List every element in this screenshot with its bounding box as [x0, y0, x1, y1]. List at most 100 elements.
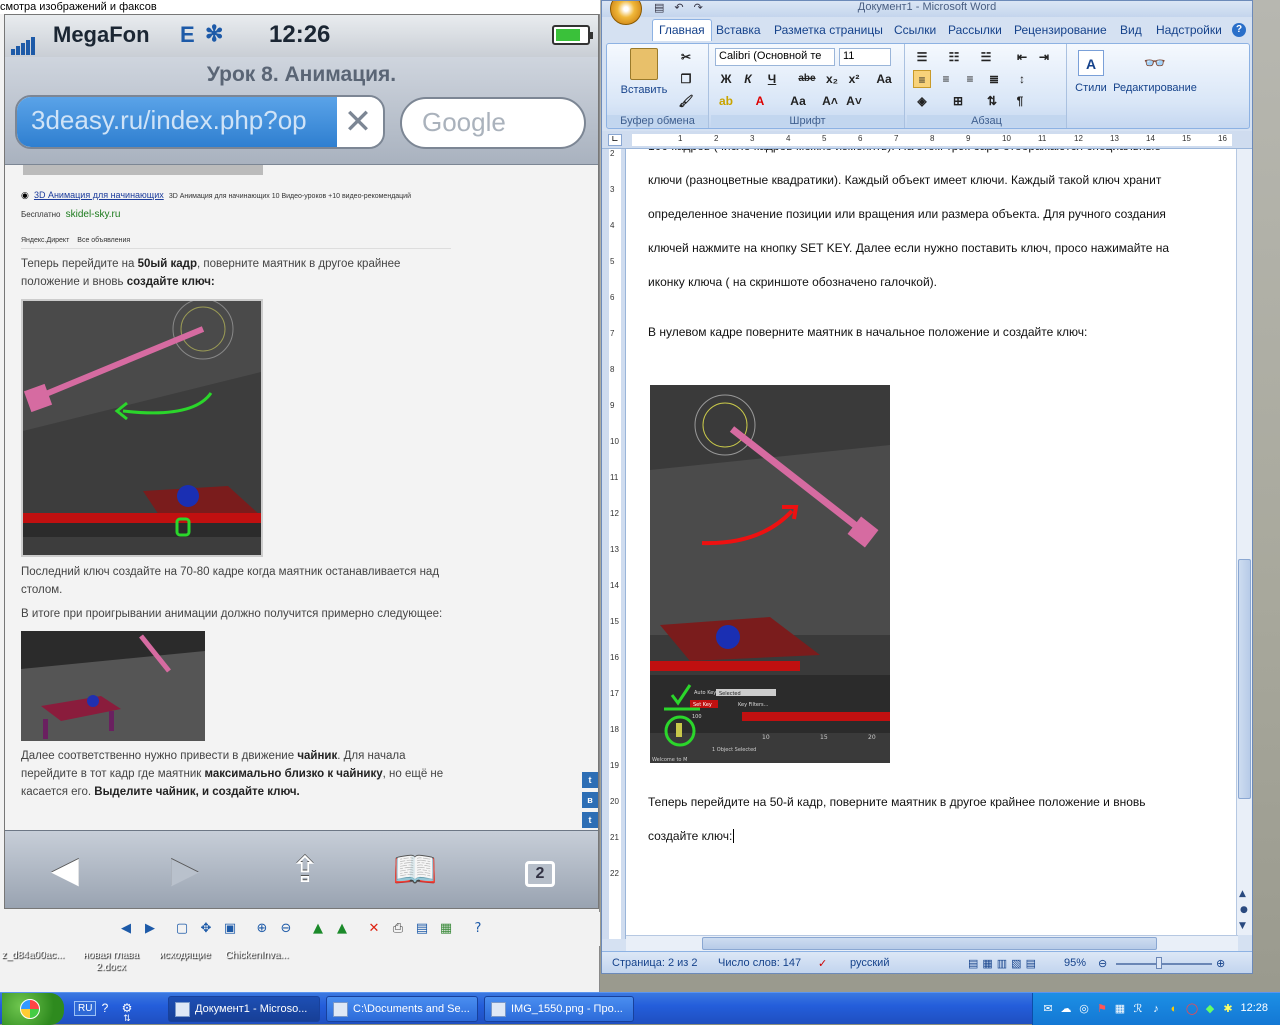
show-marks-icon[interactable]: ¶: [1011, 92, 1029, 110]
tab-mailings[interactable]: Рассылки: [948, 23, 1002, 37]
language-indicator[interactable]: RU: [74, 1001, 97, 1016]
prev-page-icon[interactable]: ▲: [1239, 889, 1246, 899]
proofing-icon[interactable]: ✓: [818, 957, 827, 970]
tab-home[interactable]: Главная: [652, 19, 712, 41]
tab-view[interactable]: Вид: [1120, 23, 1142, 37]
tray-icon[interactable]: ◐: [1167, 1002, 1181, 1016]
bookmarks-button[interactable]: 📖: [385, 849, 445, 893]
change-case-icon[interactable]: Aa: [875, 70, 893, 88]
desktop-icon[interactable]: ChickenInva...: [222, 950, 292, 962]
change-case-button[interactable]: Аа: [787, 92, 809, 110]
align-left-icon[interactable]: ≡: [913, 70, 931, 88]
help-icon[interactable]: ?: [470, 921, 486, 937]
tab-review[interactable]: Рецензирование: [1014, 23, 1107, 37]
subscript-button[interactable]: x₂: [823, 70, 841, 88]
url-field[interactable]: 3deasy.ru/index.php?op ✕: [15, 95, 385, 149]
cut-icon[interactable]: ✂: [677, 48, 695, 66]
social-icon[interactable]: t: [582, 772, 598, 788]
horizontal-scrollbar[interactable]: [626, 935, 1238, 951]
web-content[interactable]: ◉ 3D Анимация для начинающих 3D Анимация…: [5, 165, 598, 830]
shrink-font-icon[interactable]: A˅: [845, 92, 863, 110]
zoom-out-icon[interactable]: ⊖: [278, 921, 294, 937]
save-icon[interactable]: ▤: [654, 1, 664, 14]
clear-url-icon[interactable]: ✕: [337, 97, 379, 147]
next-page-icon[interactable]: ▼: [1239, 921, 1246, 931]
zoom-out-icon[interactable]: ⊖: [1098, 957, 1107, 970]
next-image-icon[interactable]: ▶: [142, 921, 158, 937]
decrease-indent-icon[interactable]: ⇤: [1013, 48, 1031, 66]
highlight-icon[interactable]: ab: [717, 92, 735, 110]
vertical-ruler[interactable]: 2 3 4 5 6 7 8 9 10 11 12 13 14 15 16 17 18 19 20 21 22: [602, 149, 626, 939]
document-page[interactable]: 100 кадров (число кадров можно изменять)…: [626, 149, 1238, 935]
zoom-slider[interactable]: [1116, 963, 1212, 965]
prev-image-icon[interactable]: ◀: [118, 921, 134, 937]
font-size-combo[interactable]: 11: [839, 48, 891, 66]
back-button[interactable]: ◀: [35, 849, 95, 893]
help-icon[interactable]: ?: [1232, 23, 1246, 37]
copy-icon[interactable]: ❐: [677, 70, 695, 88]
social-icon[interactable]: в: [582, 792, 598, 808]
desktop-icon[interactable]: исходящие: [150, 950, 220, 962]
tray-icon[interactable]: ☁: [1059, 1002, 1073, 1016]
taskbar-image-viewer[interactable]: IMG_1550.png - Про...: [484, 996, 634, 1022]
language-indicator[interactable]: русский: [850, 957, 889, 969]
numbering-icon[interactable]: ☷: [945, 48, 963, 66]
font-color-icon[interactable]: A: [751, 92, 769, 110]
tray-icon[interactable]: ✉: [1041, 1002, 1055, 1016]
tab-page-layout[interactable]: Разметка страницы: [774, 23, 883, 37]
start-button[interactable]: [2, 993, 64, 1025]
all-ads-link[interactable]: Все объявления: [77, 237, 130, 244]
zoom-slider-thumb[interactable]: [1156, 957, 1162, 969]
save-icon[interactable]: ▤: [414, 921, 430, 937]
tray-icon[interactable]: ◆: [1203, 1002, 1217, 1016]
shading-icon[interactable]: ◈: [913, 92, 931, 110]
taskbar-explorer[interactable]: C:\Documents and Se...: [326, 996, 478, 1022]
zoom-in-icon[interactable]: ⊕: [254, 921, 270, 937]
yandex-direct-link[interactable]: Яндекс.Директ: [21, 237, 69, 244]
delete-icon[interactable]: ✕: [366, 921, 382, 937]
bold-button[interactable]: Ж: [717, 70, 735, 88]
volume-icon[interactable]: ♪: [1149, 1002, 1163, 1016]
ad-site[interactable]: skidel-sky.ru: [66, 209, 121, 220]
tray-icon[interactable]: ✱: [1221, 1002, 1235, 1016]
horizontal-scroll-thumb[interactable]: [702, 937, 1157, 950]
page-indicator[interactable]: Страница: 2 из 2: [612, 957, 698, 969]
tab-addins[interactable]: Надстройки: [1156, 23, 1222, 37]
document-area[interactable]: 100 кадров (число кадров можно изменять)…: [626, 149, 1238, 935]
grow-font-icon[interactable]: A˄: [821, 92, 839, 110]
tab-selector-icon[interactable]: ∟: [608, 134, 622, 146]
tray-icon[interactable]: ◎: [1077, 1002, 1091, 1016]
borders-icon[interactable]: ⊞: [949, 92, 967, 110]
sort-icon[interactable]: ⇅: [983, 92, 1001, 110]
ad-link[interactable]: 3D Анимация для начинающих: [34, 190, 164, 200]
rotate-cw-icon[interactable]: ▲: [310, 921, 326, 937]
desktop-icon[interactable]: новая глава 2.docx: [76, 950, 146, 974]
search-field[interactable]: Google: [400, 97, 586, 149]
format-painter-icon[interactable]: 🖌: [677, 92, 695, 110]
increase-indent-icon[interactable]: ⇥: [1035, 48, 1053, 66]
tray-icon[interactable]: ◯: [1185, 1002, 1199, 1016]
open-with-icon[interactable]: ▦: [438, 921, 454, 937]
view-buttons[interactable]: ▤▦▥▧▤: [968, 957, 1040, 970]
italic-button[interactable]: К: [739, 70, 757, 88]
multilevel-list-icon[interactable]: ☱: [977, 48, 995, 66]
vertical-scroll-thumb[interactable]: [1238, 559, 1251, 799]
network-icon[interactable]: ⇅: [120, 1011, 134, 1025]
font-name-combo[interactable]: Calibri (Основной те: [715, 48, 835, 66]
editing-button[interactable]: 👓 Редактирование: [1113, 50, 1197, 94]
line-spacing-icon[interactable]: ↕: [1013, 70, 1031, 88]
tab-insert[interactable]: Вставка: [716, 23, 761, 37]
share-button[interactable]: ⇪: [275, 849, 335, 893]
align-center-icon[interactable]: ≡: [937, 70, 955, 88]
rotate-ccw-icon[interactable]: ▲: [334, 921, 350, 937]
actual-size-icon[interactable]: ✥: [198, 921, 214, 937]
slideshow-icon[interactable]: ▣: [222, 921, 238, 937]
undo-icon[interactable]: ↶: [674, 1, 683, 14]
bullets-icon[interactable]: ☰: [913, 48, 931, 66]
redo-icon[interactable]: ↷: [694, 1, 703, 14]
align-right-icon[interactable]: ≡: [961, 70, 979, 88]
twitter-icon[interactable]: t: [582, 812, 598, 828]
vertical-scrollbar[interactable]: ▲ ● ▼: [1236, 149, 1252, 935]
word-count[interactable]: Число слов: 147: [718, 957, 801, 969]
horizontal-ruler[interactable]: ∟ 1 2 3 4 5 6 7 8 9 10 11 12 13 14 15 16: [602, 131, 1252, 149]
